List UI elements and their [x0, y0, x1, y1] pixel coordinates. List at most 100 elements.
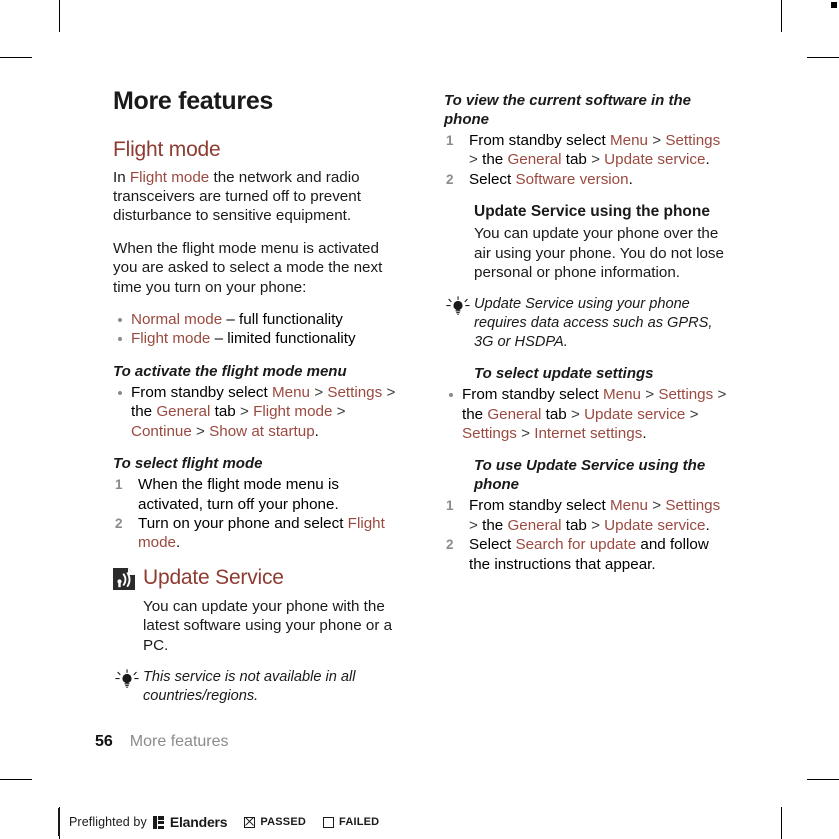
procedure-title-use-update-service: To use Update Service using the phone	[474, 457, 706, 494]
checkbox-empty-icon	[323, 816, 335, 828]
ui-term-menu: Menu	[602, 386, 641, 404]
use-update-service-steps: From standby select Menu > Settings > th…	[444, 496, 733, 574]
flight-mode-intro-paragraph: In Flight mode the network and radio tra…	[113, 168, 402, 226]
ui-term-flight-mode: Flight mode	[253, 403, 333, 421]
list-item: From standby select Menu > Settings > th…	[444, 496, 733, 535]
preflight-label: Preflighted by	[69, 815, 147, 829]
step-text: the	[482, 151, 508, 169]
separator-gt: >	[314, 383, 324, 401]
list-item: Turn on your phone and select Flight mod…	[113, 514, 402, 553]
activate-flight-mode-steps: From standby select Menu > Settings > th…	[113, 383, 402, 441]
ui-term-update-service: Update service	[584, 405, 686, 423]
lightbulb-icon	[115, 669, 139, 688]
failed-label: FAILED	[339, 816, 380, 828]
ui-term-flight-mode: Flight mode	[129, 168, 210, 186]
select-flight-mode-steps: When the flight mode menu is activated, …	[113, 475, 402, 553]
tip-text: Update Service using your phone requires…	[474, 296, 713, 350]
step-text: .	[314, 422, 319, 440]
ui-term-general: General	[507, 516, 562, 534]
list-item: From standby select Menu > Settings > th…	[444, 131, 733, 170]
update-service-document-icon	[113, 567, 135, 590]
step-text: tab	[561, 516, 592, 534]
tip-note-data-access: Update Service using your phone requires…	[444, 295, 733, 351]
separator-gt: >	[570, 405, 580, 423]
update-service-paragraph: You can update your phone with the lates…	[143, 597, 393, 654]
passed-label: PASSED	[260, 816, 307, 828]
preflight-failed: FAILED	[323, 816, 379, 828]
tip-text: This service is not available in all cou…	[143, 668, 356, 704]
separator-gt: >	[591, 516, 600, 534]
step-text: Turn on your phone and select	[138, 514, 348, 532]
separator-gt: >	[689, 405, 699, 423]
mode-description: – limited functionality	[210, 330, 356, 348]
crop-mark-top-left-horizontal	[0, 57, 32, 58]
separator-gt: >	[239, 403, 249, 421]
elanders-brand-name: Elanders	[169, 814, 228, 830]
list-item: Flight mode – limited functionality	[113, 329, 402, 348]
step-text: From standby select	[462, 386, 603, 404]
crop-mark-bottom-right-vertical	[781, 807, 782, 839]
step-text: .	[176, 534, 181, 552]
lightbulb-icon	[446, 296, 470, 316]
preflight-passed: PASSED	[244, 816, 306, 828]
crop-mark-top-right-vertical	[781, 0, 782, 32]
ui-term-general: General	[507, 151, 562, 169]
list-item: Normal mode – full functionality	[113, 310, 402, 329]
update-service-using-phone-paragraph: You can update your phone over the air u…	[474, 225, 724, 282]
procedure-title-activate-flight-mode-menu: To activate the flight mode menu	[113, 362, 347, 380]
separator-gt: >	[336, 403, 346, 421]
step-text: .	[705, 151, 710, 169]
page-title: More features	[113, 87, 274, 115]
step-text: Select	[469, 536, 516, 554]
step-text: the	[462, 405, 488, 423]
preflight-stamp: Preflighted by Elanders PASSED FAILED	[58, 808, 379, 836]
ui-term-internet-settings: Internet settings	[534, 425, 643, 443]
ui-term-settings: Settings	[462, 425, 517, 443]
step-text: tab	[561, 151, 592, 169]
step-text: the	[131, 403, 157, 421]
list-item: Select Software version.	[444, 170, 733, 190]
ui-term-show-at-startup: Show at startup	[209, 422, 315, 440]
step-text: .	[628, 170, 633, 188]
ui-term-software-version: Software version	[515, 170, 629, 188]
view-software-steps: From standby select Menu > Settings > th…	[444, 131, 733, 190]
list-item: When the flight mode menu is activated, …	[115, 475, 339, 513]
section-heading-update-service: Update Service	[143, 565, 284, 589]
select-update-settings-steps: From standby select Menu > Settings > th…	[444, 385, 733, 443]
ui-term-menu: Menu	[271, 383, 310, 401]
list-item: From standby select Menu > Settings > th…	[444, 385, 733, 443]
ui-term-menu: Menu	[609, 132, 648, 149]
procedure-title-select-flight-mode: To select flight mode	[113, 455, 263, 473]
separator-gt: >	[591, 151, 600, 169]
registration-square-mark	[831, 2, 837, 8]
crop-mark-top-left-vertical	[59, 0, 60, 32]
ui-term-general: General	[156, 403, 211, 421]
checkbox-checked-icon	[244, 816, 256, 828]
step-text: tab	[541, 405, 571, 423]
ui-term-update-service: Update service	[604, 516, 706, 534]
step-text: the	[482, 516, 508, 534]
tip-note-service-availability: This service is not available in all cou…	[113, 668, 402, 705]
page-number: 56	[95, 733, 113, 750]
ui-term-normal-mode: Normal mode	[131, 311, 223, 329]
ui-term-settings: Settings	[665, 497, 721, 515]
footer-chapter-label: More features	[129, 733, 229, 750]
separator-gt: >	[196, 422, 205, 440]
separator-gt: >	[652, 132, 662, 149]
ui-term-search-for-update: Search for update	[515, 536, 637, 554]
procedure-title-view-current-software: To view the current software in the phon…	[444, 92, 691, 128]
subsection-title-update-service-using-the-phone: Update Service using the phone	[474, 203, 710, 221]
step-text: Select	[469, 170, 516, 188]
ui-term-settings: Settings	[665, 132, 721, 149]
crop-mark-top-right-horizontal	[807, 57, 839, 58]
separator-gt: >	[386, 383, 396, 401]
section-heading-flight-mode: Flight mode	[113, 137, 221, 161]
ui-term-update-service: Update service	[604, 151, 706, 169]
step-text: From standby select	[469, 132, 610, 149]
ui-term-menu: Menu	[609, 497, 648, 515]
step-text: From standby select	[131, 383, 272, 401]
step-text: tab	[210, 403, 240, 421]
separator-gt: >	[469, 151, 478, 169]
intro-pre: In	[113, 168, 130, 186]
ui-term-continue: Continue	[131, 422, 192, 440]
